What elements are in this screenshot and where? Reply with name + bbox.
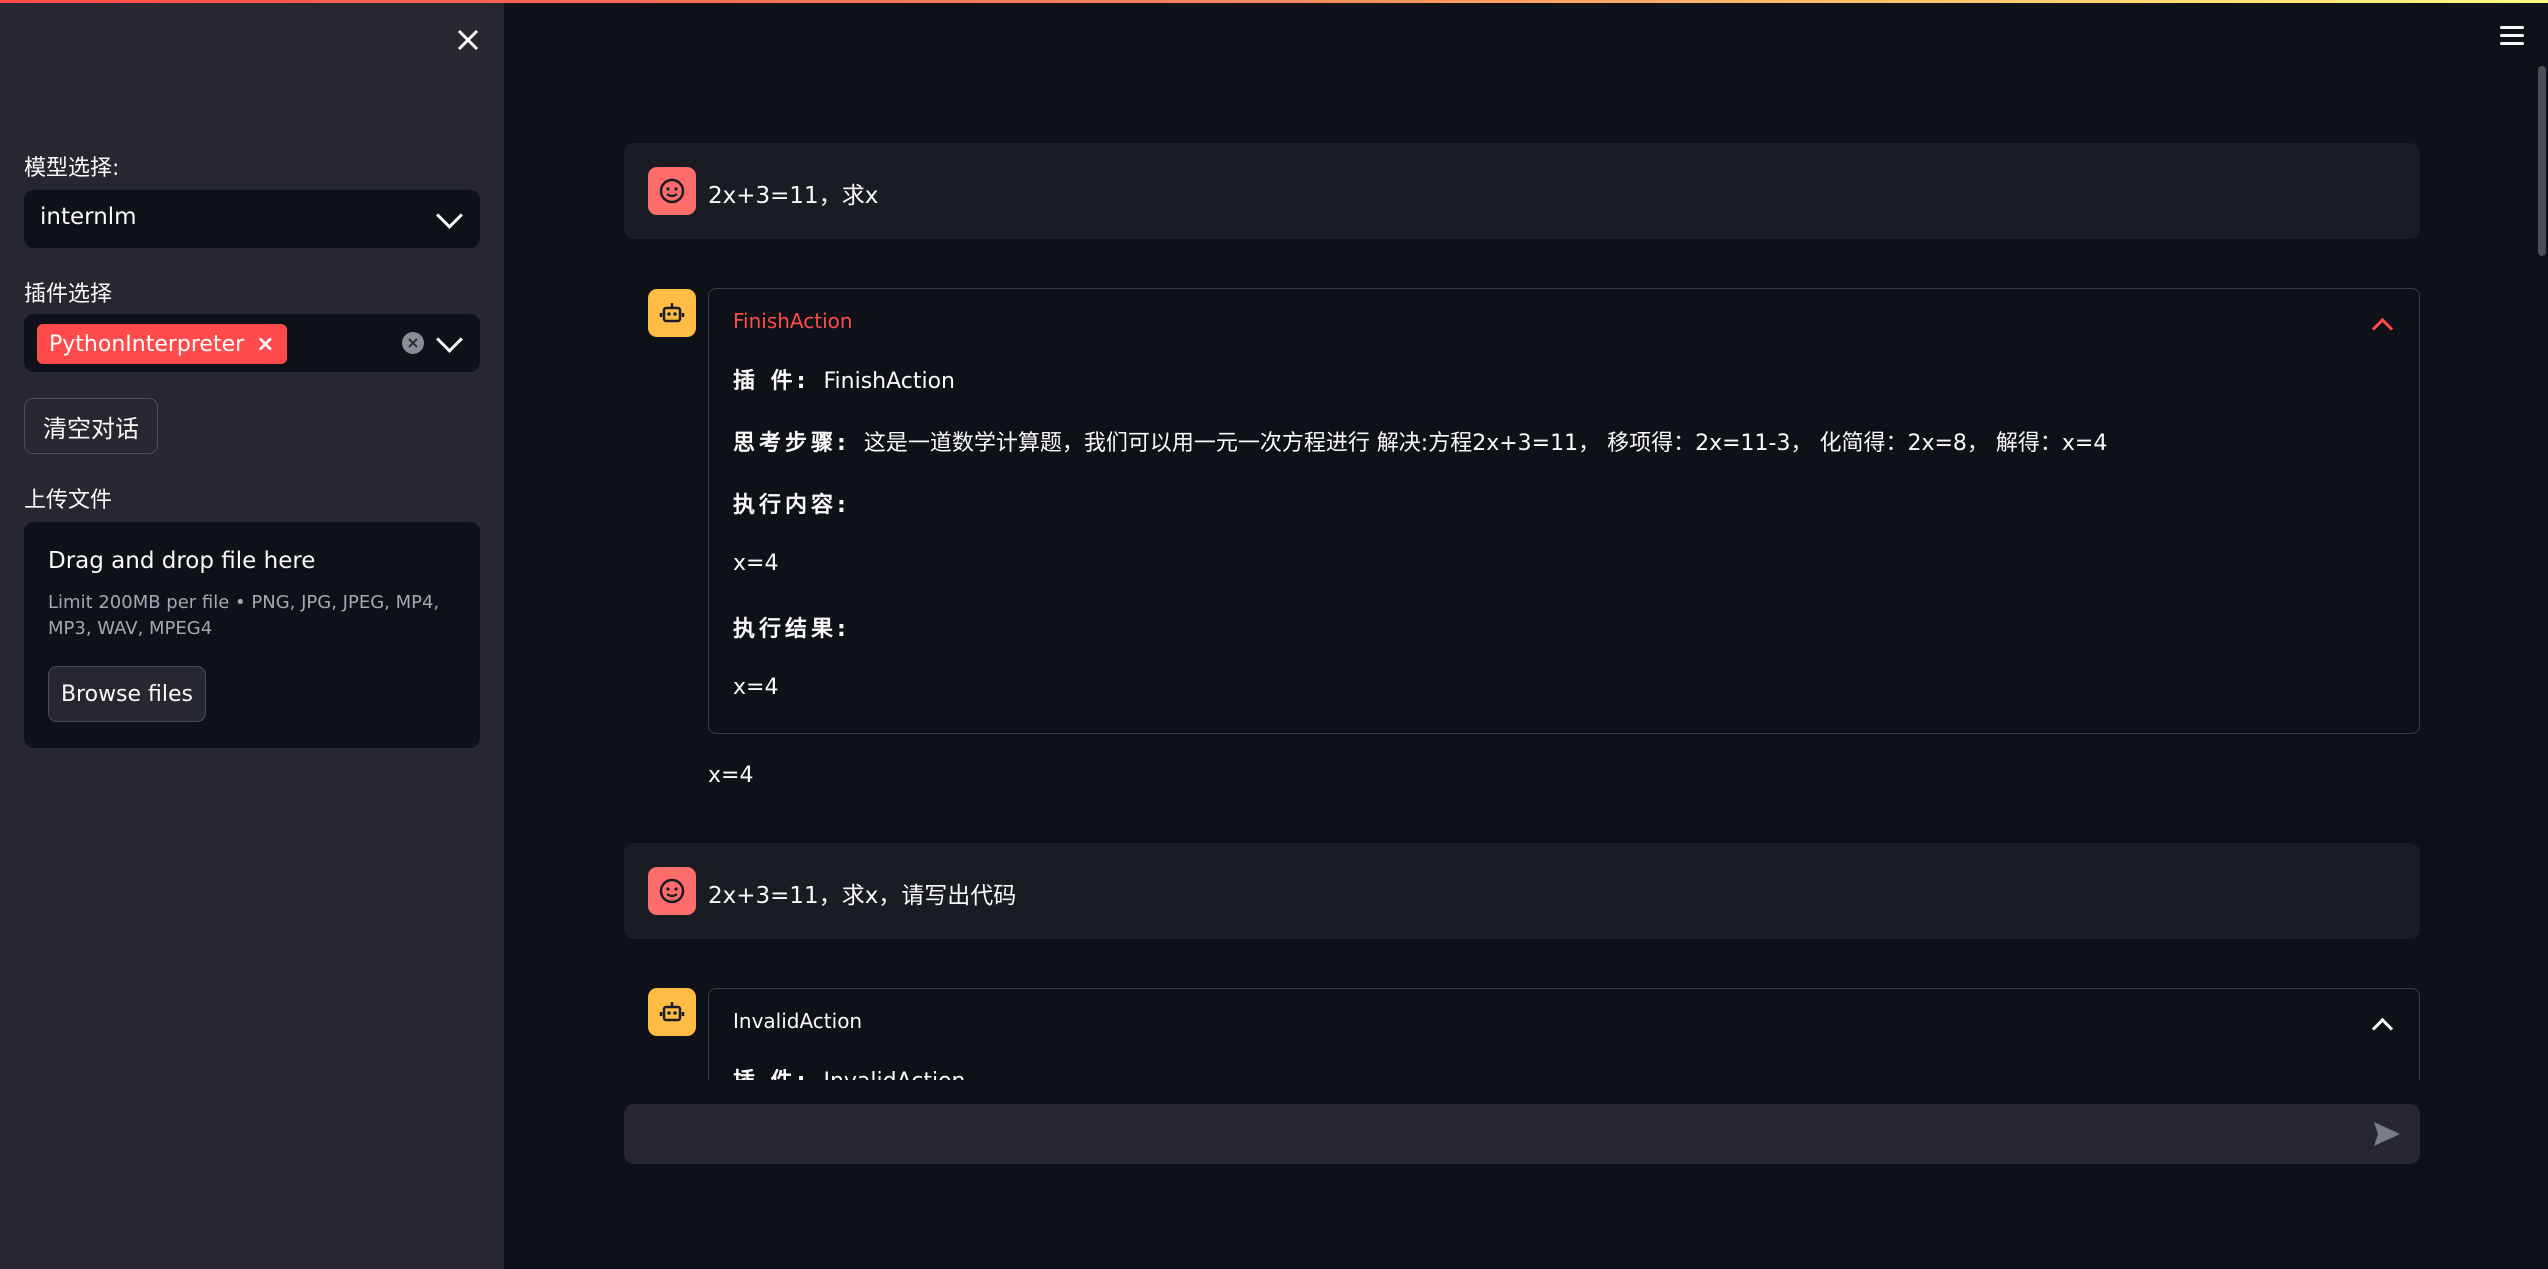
thought-field-label: 思考步骤:: [733, 431, 850, 456]
top-decoration-bar: [0, 0, 2548, 3]
action-expander: InvalidAction 插 件: InvalidAction: [708, 988, 2420, 1080]
user-avatar: [648, 867, 696, 915]
user-message-text: 2x+3=11，求x: [708, 183, 879, 209]
send-icon[interactable]: [2372, 1120, 2402, 1148]
thought-field-value: 这是一道数学计算题，我们可以用一元一次方程进行 解决:方程2x+3=11， 移项…: [863, 431, 2108, 456]
user-message: 2x+3=11，求x: [624, 143, 2420, 239]
expander-title[interactable]: InvalidAction: [733, 1009, 862, 1033]
assistant-answer-text: x=4: [708, 763, 754, 788]
chevron-up-icon[interactable]: [2371, 317, 2394, 340]
robot-icon: [659, 303, 685, 323]
chat-scroll-area: 2x+3=11，求x FinishAction 插 件: FinishActio…: [0, 0, 2548, 1080]
user-message: 2x+3=11，求x，请写出代码: [624, 843, 2420, 939]
robot-icon: [659, 1002, 685, 1022]
chevron-up-icon[interactable]: [2371, 1017, 2394, 1040]
smile-icon: [659, 878, 685, 904]
plugin-field-value: FinishAction: [823, 369, 955, 394]
chat-input[interactable]: [624, 1104, 2420, 1164]
plugin-field-value: InvalidAction: [823, 1069, 965, 1080]
assistant-avatar: [648, 289, 696, 337]
expander-title[interactable]: FinishAction: [733, 309, 853, 333]
action-expander: FinishAction 插 件: FinishAction 思考步骤: 这是一…: [708, 288, 2420, 734]
user-message-text: 2x+3=11，求x，请写出代码: [708, 883, 1017, 909]
smile-icon: [659, 178, 685, 204]
user-avatar: [648, 167, 696, 215]
exec-result-label: 执行结果:: [733, 617, 850, 642]
assistant-avatar: [648, 988, 696, 1036]
plugin-field-label: 插 件:: [733, 1069, 809, 1080]
plugin-field-label: 插 件:: [733, 369, 810, 394]
exec-result-value: x=4: [733, 675, 779, 700]
exec-content-label: 执行内容:: [733, 493, 850, 518]
exec-content-value: x=4: [733, 551, 779, 576]
